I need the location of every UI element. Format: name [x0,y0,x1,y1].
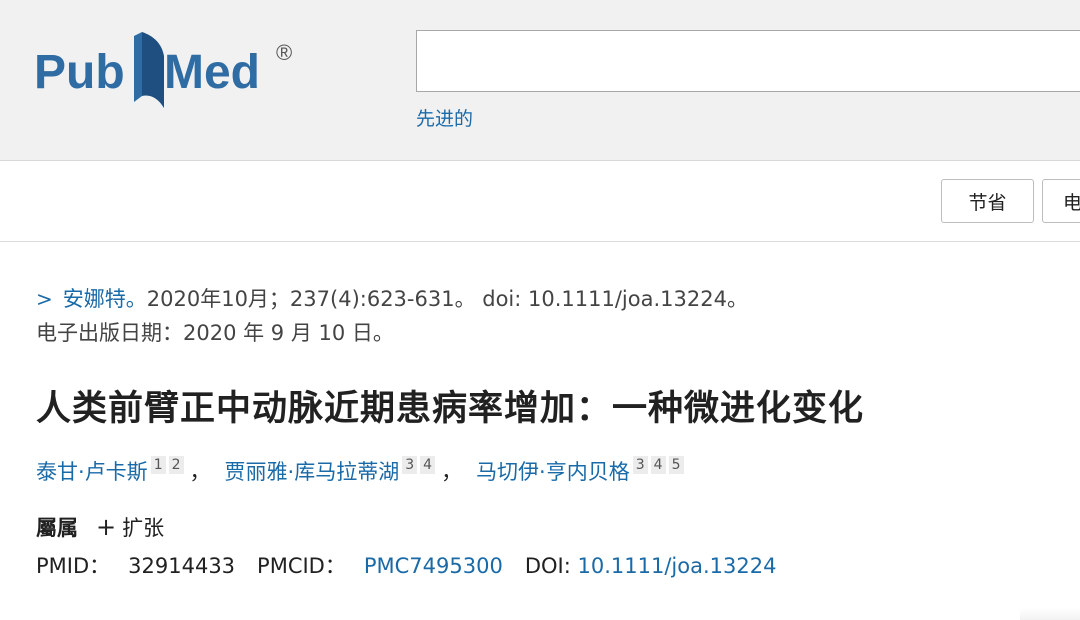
pmid-value: 32914433 [128,554,236,578]
save-button[interactable]: 节省 [941,179,1034,223]
journal-link[interactable]: 安娜特。 [63,287,147,311]
affiliation-ref[interactable]: 5 [668,456,684,474]
pmcid-link[interactable]: PMC7495300 [364,554,503,578]
article-identifiers: PMID： 32914433 PMCID： PMC7495300 DOI: 10.111… [36,550,776,580]
affiliation-ref[interactable]: 1 [150,456,166,474]
author-link[interactable]: 贾丽雅·库马拉蒂湖 [225,460,400,484]
affiliations-label: 屬属 [36,516,78,540]
article-toolbar: 节省 电 [0,161,1080,242]
article-citation: > 安娜特。2020年10月；237(4):623-631。 doi: 10.11… [36,282,748,350]
author-separator: ， [441,460,463,484]
affiliation-ref[interactable]: 3 [632,456,648,474]
page-corner-shadow [1020,608,1080,620]
doi-label: DOI: [524,554,571,578]
expand-label[interactable]: 扩张 [122,516,164,540]
article-title: 人类前臂正中动脉近期患病率增加：一种微进化变化 [36,388,865,429]
affiliation-ref[interactable]: 2 [168,456,184,474]
site-header: Pub Med ® 先进的 [0,0,1080,161]
svg-text:®: ® [276,40,292,65]
citation-line: > 安娜特。2020年10月；237(4):623-631。 doi: 10.11… [36,282,748,316]
affiliations-toggle[interactable]: 屬属 + 扩张 [36,512,164,542]
chevron-right-icon: > [36,287,53,311]
author-link[interactable]: 泰甘·卢卡斯 [36,460,148,484]
plus-icon[interactable]: + [96,513,116,541]
pubmed-logo-graphic: Pub Med ® [34,32,292,108]
affiliation-ref[interactable]: 4 [650,456,666,474]
author-list: 泰甘·卢卡斯 1 2，贾丽雅·库马拉蒂湖 3 4，马切伊·亨内贝格 3 4 5 [36,456,684,486]
affiliation-ref[interactable]: 3 [402,456,418,474]
epub-date: 电子出版日期：2020 年 9 月 10 日。 [36,321,394,345]
pmcid-label: PMCID： [257,554,346,578]
search-input[interactable] [416,30,1080,92]
advanced-search-link[interactable]: 先进的 [416,104,473,131]
svg-text:Med: Med [164,46,260,99]
pmid-label: PMID： [36,554,111,578]
affiliation-ref[interactable]: 4 [420,456,436,474]
author-link[interactable]: 马切伊·亨内贝格 [476,460,630,484]
svg-text:Pub: Pub [34,46,125,99]
citation-details: 2020年10月；237(4):623-631。 doi: 10.1111/jo… [146,287,748,311]
email-button[interactable]: 电 [1042,179,1080,223]
author-separator: ， [189,460,211,484]
doi-link[interactable]: 10.1111/joa.13224 [578,554,777,578]
pubmed-logo[interactable]: Pub Med ® [30,26,310,118]
